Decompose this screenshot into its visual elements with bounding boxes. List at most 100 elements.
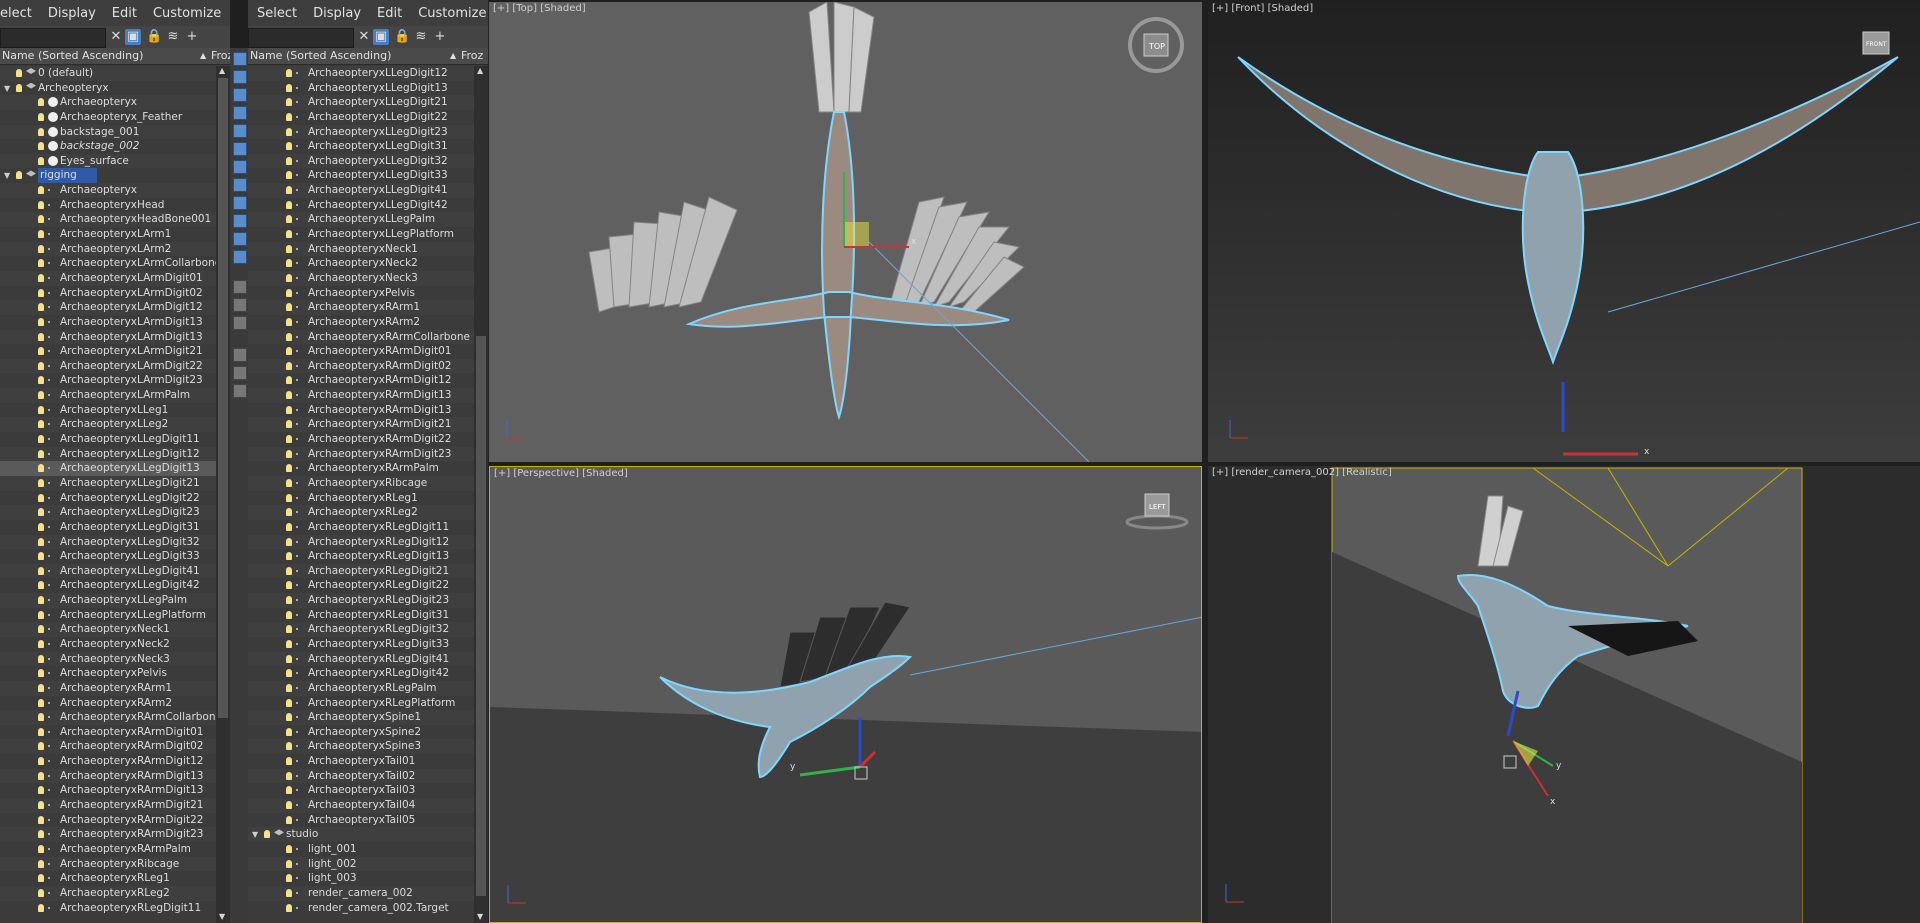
visibility-bulb-icon[interactable] <box>38 317 44 326</box>
viewcube[interactable]: TOP <box>1128 17 1184 73</box>
clear-search-icon[interactable]: ✕ <box>356 29 372 45</box>
scrollbar[interactable]: ▲ ▼ <box>216 66 230 923</box>
viewport-top[interactable]: x TOP [+] [Top] [Shaded] <box>489 2 1202 462</box>
tree-row[interactable]: ArchaeopteryxRArm2 <box>248 315 474 330</box>
visibility-bulb-icon[interactable] <box>286 786 292 795</box>
visibility-bulb-icon[interactable] <box>286 596 292 605</box>
visibility-bulb-icon[interactable] <box>286 698 292 707</box>
tree-row[interactable]: ArchaeopteryxLLegPalm <box>0 593 216 608</box>
viewport-label[interactable]: [+] [render_camera_002] [Realistic] <box>1212 467 1392 478</box>
visibility-bulb-icon[interactable] <box>286 478 292 487</box>
tree-row[interactable]: ArchaeopteryxRArm1 <box>248 300 474 315</box>
tree-row[interactable]: render_camera_002.Target <box>248 901 474 916</box>
tree-row[interactable]: ArchaeopteryxLLegDigit42 <box>0 578 216 593</box>
tree-row[interactable]: light_002 <box>248 856 474 872</box>
tree-row[interactable]: ArchaeopteryxLArmCollarbone <box>0 256 221 271</box>
tree-row[interactable]: ArchaeopteryxNeck2 <box>248 256 474 271</box>
visibility-bulb-icon[interactable] <box>38 288 44 297</box>
tree-row[interactable]: Archaeopteryx <box>0 183 216 198</box>
visibility-bulb-icon[interactable] <box>38 815 44 824</box>
tree-row[interactable]: ArchaeopteryxTail05 <box>248 813 474 828</box>
scroll-thumb[interactable] <box>476 336 486 896</box>
visibility-bulb-icon[interactable] <box>38 537 44 546</box>
tree-row[interactable]: ArchaeopteryxLArmDigit12 <box>0 300 216 315</box>
visibility-bulb-icon[interactable] <box>286 405 292 414</box>
tree-row[interactable]: ArchaeopteryxLLegDigit23 <box>0 505 216 520</box>
visibility-bulb-icon[interactable] <box>38 903 44 912</box>
visibility-bulb-icon[interactable] <box>38 186 44 195</box>
visibility-bulb-icon[interactable] <box>286 493 292 502</box>
display-containers-icon[interactable] <box>233 232 247 246</box>
visibility-bulb-icon[interactable] <box>286 156 292 165</box>
menu-select[interactable]: elect <box>0 6 32 21</box>
tree-row[interactable]: ArchaeopteryxLArm1 <box>0 227 216 242</box>
tree-row[interactable]: ArchaeopteryxLLegPlatform <box>0 608 216 623</box>
tree-row[interactable]: ArchaeopteryxLLeg1 <box>0 403 216 418</box>
visibility-bulb-icon[interactable] <box>38 332 44 341</box>
visibility-bulb-icon[interactable] <box>286 186 292 195</box>
sync-selection-icon[interactable] <box>233 366 247 380</box>
visibility-bulb-icon[interactable] <box>38 449 44 458</box>
visibility-bulb-icon[interactable] <box>286 654 292 663</box>
tree-row[interactable]: Archaeopteryx_Feather <box>0 110 216 125</box>
viewport-label[interactable]: [+] [Perspective] [Shaded] <box>494 468 628 479</box>
display-none-icon[interactable] <box>233 52 247 66</box>
visibility-bulb-icon[interactable] <box>38 522 44 531</box>
tree-row[interactable]: 0 (default) <box>0 66 216 81</box>
tree-row[interactable]: ArchaeopteryxRLegPalm <box>248 680 474 696</box>
visibility-bulb-icon[interactable] <box>38 581 44 590</box>
tree-row[interactable]: ArchaeopteryxLArmDigit23 <box>0 373 216 388</box>
menu-display[interactable]: Display <box>48 6 96 21</box>
visibility-bulb-icon[interactable] <box>286 435 292 444</box>
visibility-bulb-icon[interactable] <box>38 874 44 883</box>
tree-row[interactable]: ArchaeopteryxRLegDigit12 <box>248 534 474 550</box>
tree-row[interactable]: ArchaeopteryxPelvis <box>248 286 474 301</box>
select-filter-icon[interactable]: ▣ <box>125 29 141 45</box>
viewport-front[interactable]: x FRONT [+] [Front] [Shaded] <box>1208 2 1920 462</box>
viewcube[interactable]: FRONT <box>1862 31 1890 55</box>
menu-edit[interactable]: Edit <box>377 6 402 21</box>
visibility-bulb-icon[interactable] <box>38 683 44 692</box>
tree-row[interactable]: ArchaeopteryxRLegDigit33 <box>248 637 474 652</box>
scroll-down-icon[interactable]: ▼ <box>219 912 225 921</box>
tree-row[interactable]: ArchaeopteryxRLegDigit11 <box>248 520 474 535</box>
visibility-bulb-icon[interactable] <box>38 493 44 502</box>
visibility-bulb-icon[interactable] <box>286 625 292 634</box>
scroll-down-icon[interactable]: ▼ <box>477 912 483 921</box>
tree-row[interactable]: ArchaeopteryxRArmDigit21 <box>248 417 474 433</box>
tree-row[interactable]: ArchaeopteryxRArmDigit23 <box>248 446 474 462</box>
expand-arrow-icon[interactable]: ▼ <box>252 828 258 843</box>
tree-row[interactable]: ArchaeopteryxRArmDigit02 <box>248 358 474 374</box>
tree-row[interactable]: ArchaeopteryxRArmDigit12 <box>0 754 216 769</box>
scrollbar[interactable]: ▲ ▼ <box>474 66 488 923</box>
tree-row[interactable]: ArchaeopteryxLLegDigit31 <box>248 139 474 154</box>
visibility-bulb-icon[interactable] <box>286 142 292 151</box>
tree-row[interactable]: ArchaeopteryxNeck3 <box>0 651 216 667</box>
viewport-label[interactable]: [+] [Front] [Shaded] <box>1212 3 1313 14</box>
visibility-bulb-icon[interactable] <box>286 801 292 810</box>
display-geometry-icon[interactable] <box>233 70 247 84</box>
visibility-bulb-icon[interactable] <box>38 273 44 282</box>
visibility-bulb-icon[interactable] <box>286 347 292 356</box>
tree-row[interactable]: ArchaeopteryxLLegDigit41 <box>0 563 216 579</box>
tree-row[interactable]: backstage_002 <box>0 139 216 154</box>
display-bones-icon[interactable] <box>233 214 247 228</box>
visibility-bulb-icon[interactable] <box>286 844 292 853</box>
tree-row[interactable]: ArchaeopteryxRLegDigit31 <box>248 608 474 623</box>
tree-row[interactable]: ArchaeopteryxRArmCollarbone <box>0 710 222 725</box>
visibility-bulb-icon[interactable] <box>286 112 292 121</box>
visibility-bulb-icon[interactable] <box>38 478 44 487</box>
visibility-bulb-icon[interactable] <box>286 171 292 180</box>
select-filter-icon[interactable]: ▣ <box>373 29 389 45</box>
search-input[interactable] <box>0 28 106 48</box>
tree-row[interactable]: ArchaeopteryxLArmDigit21 <box>0 344 216 359</box>
visibility-bulb-icon[interactable] <box>286 552 292 561</box>
tree-row[interactable]: ArchaeopteryxLLegDigit23 <box>248 124 474 140</box>
tree-row[interactable]: ArchaeopteryxLArmDigit01 <box>0 270 216 286</box>
visibility-bulb-icon[interactable] <box>38 786 44 795</box>
tree-row[interactable]: ArchaeopteryxNeck3 <box>248 270 474 286</box>
visibility-bulb-icon[interactable] <box>38 859 44 868</box>
viewport-camera[interactable]: y x [+] [render_camera_002] [Realistic] <box>1208 466 1920 923</box>
visibility-bulb-icon[interactable] <box>38 303 44 312</box>
visibility-bulb-icon[interactable] <box>286 566 292 575</box>
